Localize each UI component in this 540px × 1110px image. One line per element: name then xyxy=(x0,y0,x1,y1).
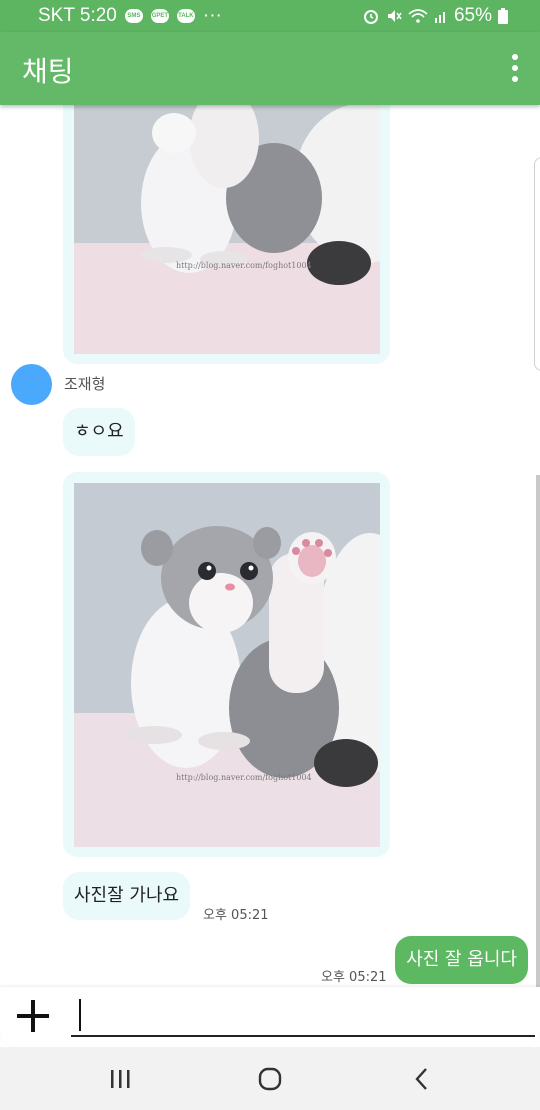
mute-icon xyxy=(387,10,402,22)
avatar[interactable] xyxy=(11,364,52,405)
kitten-photo[interactable]: http://blog.naver.com/foghot1004 xyxy=(74,105,380,354)
page-title: 채팅 xyxy=(22,55,74,88)
battery-icon xyxy=(498,8,508,24)
dot xyxy=(512,76,518,82)
side-panel-edge[interactable] xyxy=(534,157,540,371)
photo-watermark: http://blog.naver.com/foghot1004 xyxy=(176,261,312,270)
status-bar: SKT 5:20 SMS GPET TALK ··· 65% xyxy=(0,0,540,32)
dot xyxy=(512,54,518,60)
app-bar: 채팅 xyxy=(0,32,540,105)
kitten-photo[interactable]: http://blog.naver.com/foghot1004 xyxy=(74,483,380,847)
signal-icon xyxy=(434,12,445,23)
message-input[interactable] xyxy=(71,995,535,1037)
scrollbar[interactable] xyxy=(536,475,540,987)
wifi-icon xyxy=(408,9,428,23)
message-time: 오후 05:21 xyxy=(203,908,269,923)
dot xyxy=(512,65,518,71)
more-vert-icon[interactable] xyxy=(510,54,520,82)
message-input-bar xyxy=(0,987,540,1047)
gpet-icon: GPET xyxy=(150,9,169,23)
text-caret xyxy=(79,999,81,1031)
recent-apps-icon[interactable] xyxy=(100,1065,140,1093)
chat-area[interactable]: http://blog.naver.com/foghot1004 조재형 ㅎㅇ요 xyxy=(0,105,540,987)
more-notifications-icon: ··· xyxy=(202,5,222,26)
status-right: 65% xyxy=(362,5,508,27)
photo-watermark: http://blog.naver.com/foghot1004 xyxy=(176,773,312,782)
image-message[interactable]: http://blog.naver.com/foghot1004 xyxy=(63,472,390,857)
home-icon[interactable] xyxy=(250,1065,290,1093)
plus-icon[interactable] xyxy=(14,997,52,1035)
sender-name: 조재형 xyxy=(64,375,106,393)
alarm-icon xyxy=(363,10,378,24)
back-icon[interactable] xyxy=(402,1065,442,1093)
incoming-message[interactable]: ㅎㅇ요 xyxy=(63,408,135,456)
talk-icon: TALK xyxy=(176,9,195,23)
navigation-bar xyxy=(0,1047,540,1110)
sms-icon: SMS xyxy=(124,9,143,23)
message-time: 오후 05:21 xyxy=(321,970,387,985)
carrier-time: SKT 5:20 xyxy=(38,5,117,26)
image-message[interactable]: http://blog.naver.com/foghot1004 xyxy=(63,105,390,364)
status-left: SKT 5:20 SMS GPET TALK ··· xyxy=(38,5,222,27)
incoming-message[interactable]: 사진잘 가나요 xyxy=(63,872,191,920)
battery-level: 65% xyxy=(453,5,492,26)
outgoing-message[interactable]: 사진 잘 옵니다 xyxy=(395,936,528,984)
